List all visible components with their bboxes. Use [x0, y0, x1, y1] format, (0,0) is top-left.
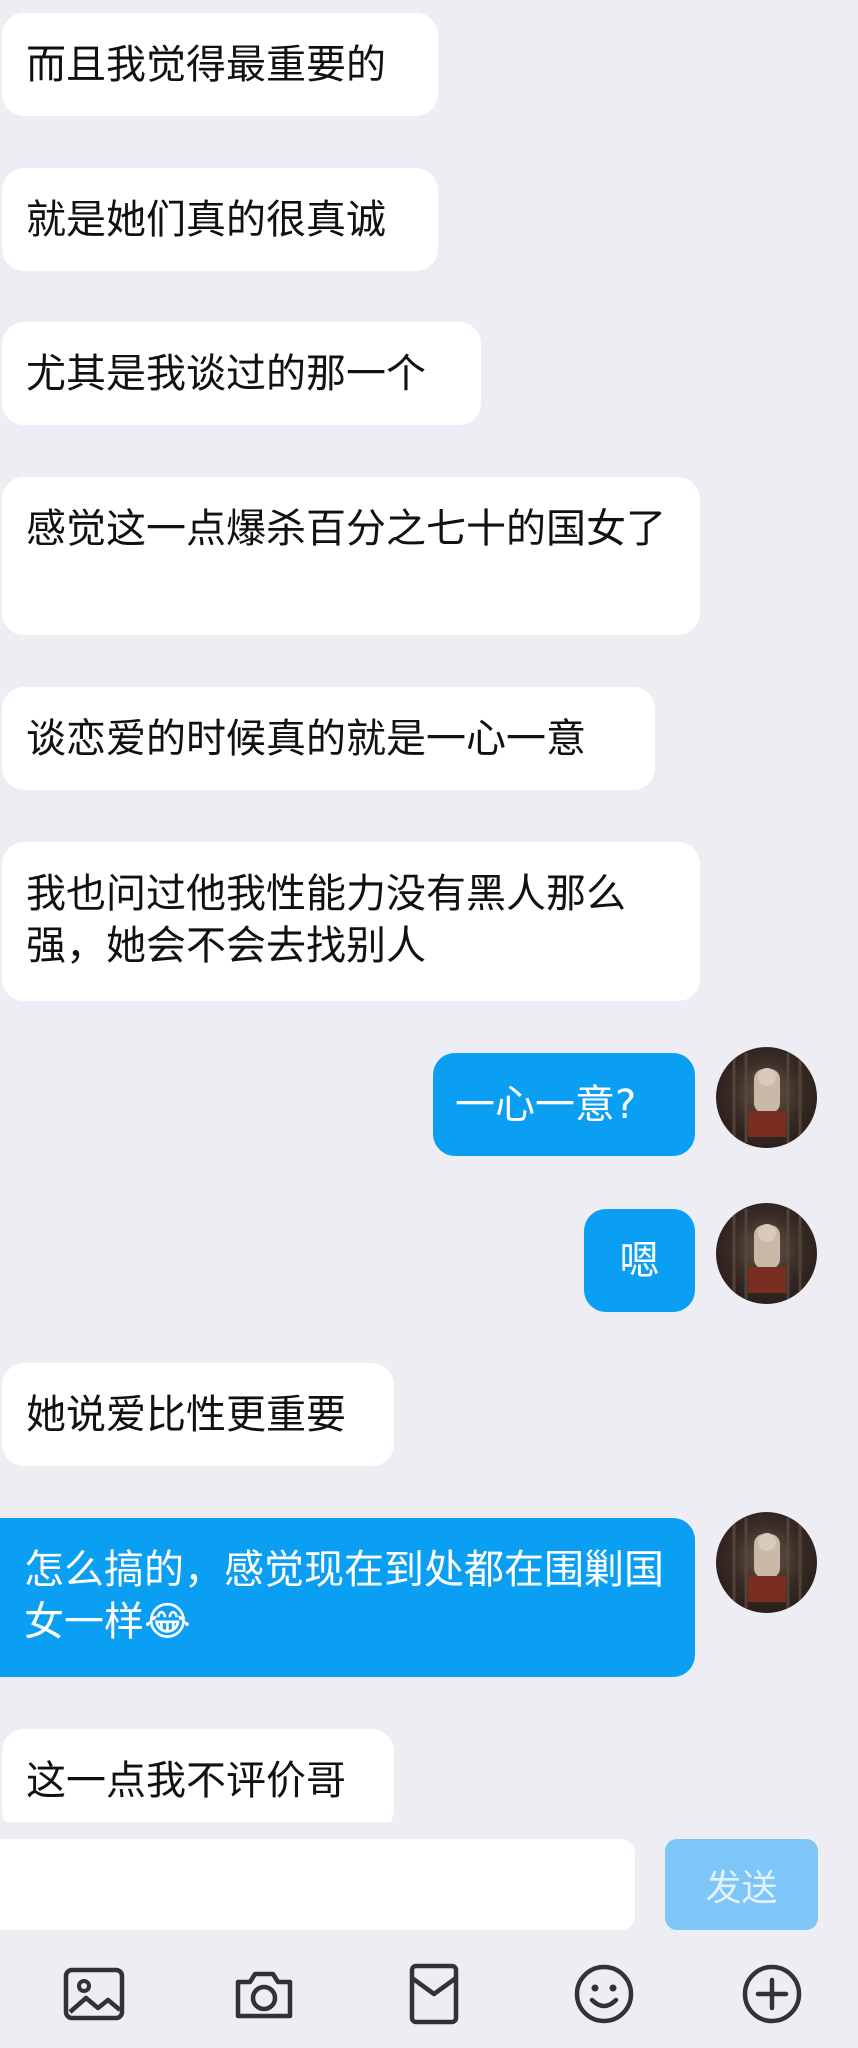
camera-icon[interactable]	[232, 1962, 296, 2026]
message-bubble-outgoing[interactable]: 一心一意?	[433, 1053, 695, 1156]
message-bubble-incoming[interactable]: 谈恋爱的时候真的就是一心一意	[2, 687, 655, 790]
emoji-icon[interactable]	[572, 1962, 636, 2026]
send-button[interactable]: 发送	[665, 1839, 818, 1930]
avatar-image	[732, 1209, 802, 1299]
composer-bar: 发送	[0, 1822, 858, 2048]
image-icon[interactable]	[62, 1962, 126, 2026]
message-bubble-outgoing[interactable]: 嗯	[584, 1209, 695, 1312]
message-bubble-incoming[interactable]: 而且我觉得最重要的	[2, 13, 438, 116]
sender-avatar[interactable]	[716, 1047, 817, 1148]
sender-avatar[interactable]	[716, 1512, 817, 1613]
sender-avatar[interactable]	[716, 1203, 817, 1304]
avatar-image	[732, 1053, 802, 1143]
message-bubble-incoming[interactable]: 她说爱比性更重要	[2, 1363, 394, 1466]
chat-screen: 而且我觉得最重要的 就是她们真的很真诚 尤其是我谈过的那一个 感觉这一点爆杀百分…	[0, 0, 858, 2048]
avatar-image	[732, 1518, 802, 1608]
message-bubble-incoming[interactable]: 感觉这一点爆杀百分之七十的国女了	[2, 477, 700, 635]
message-bubble-incoming[interactable]: 尤其是我谈过的那一个	[2, 322, 481, 425]
message-bubble-outgoing[interactable]: 怎么搞的，感觉现在到处都在围剿国女一样😂	[0, 1518, 695, 1677]
red-packet-icon[interactable]	[402, 1962, 466, 2026]
message-list[interactable]: 而且我觉得最重要的 就是她们真的很真诚 尤其是我谈过的那一个 感觉这一点爆杀百分…	[0, 0, 858, 1822]
message-bubble-incoming[interactable]: 我也问过他我性能力没有黑人那么强，她会不会去找别人	[2, 842, 700, 1001]
message-bubble-incoming[interactable]: 就是她们真的很真诚	[2, 168, 438, 271]
message-input[interactable]	[0, 1839, 635, 1930]
plus-icon[interactable]	[740, 1962, 804, 2026]
message-bubble-incoming[interactable]: 这一点我不评价哥	[2, 1729, 394, 1822]
